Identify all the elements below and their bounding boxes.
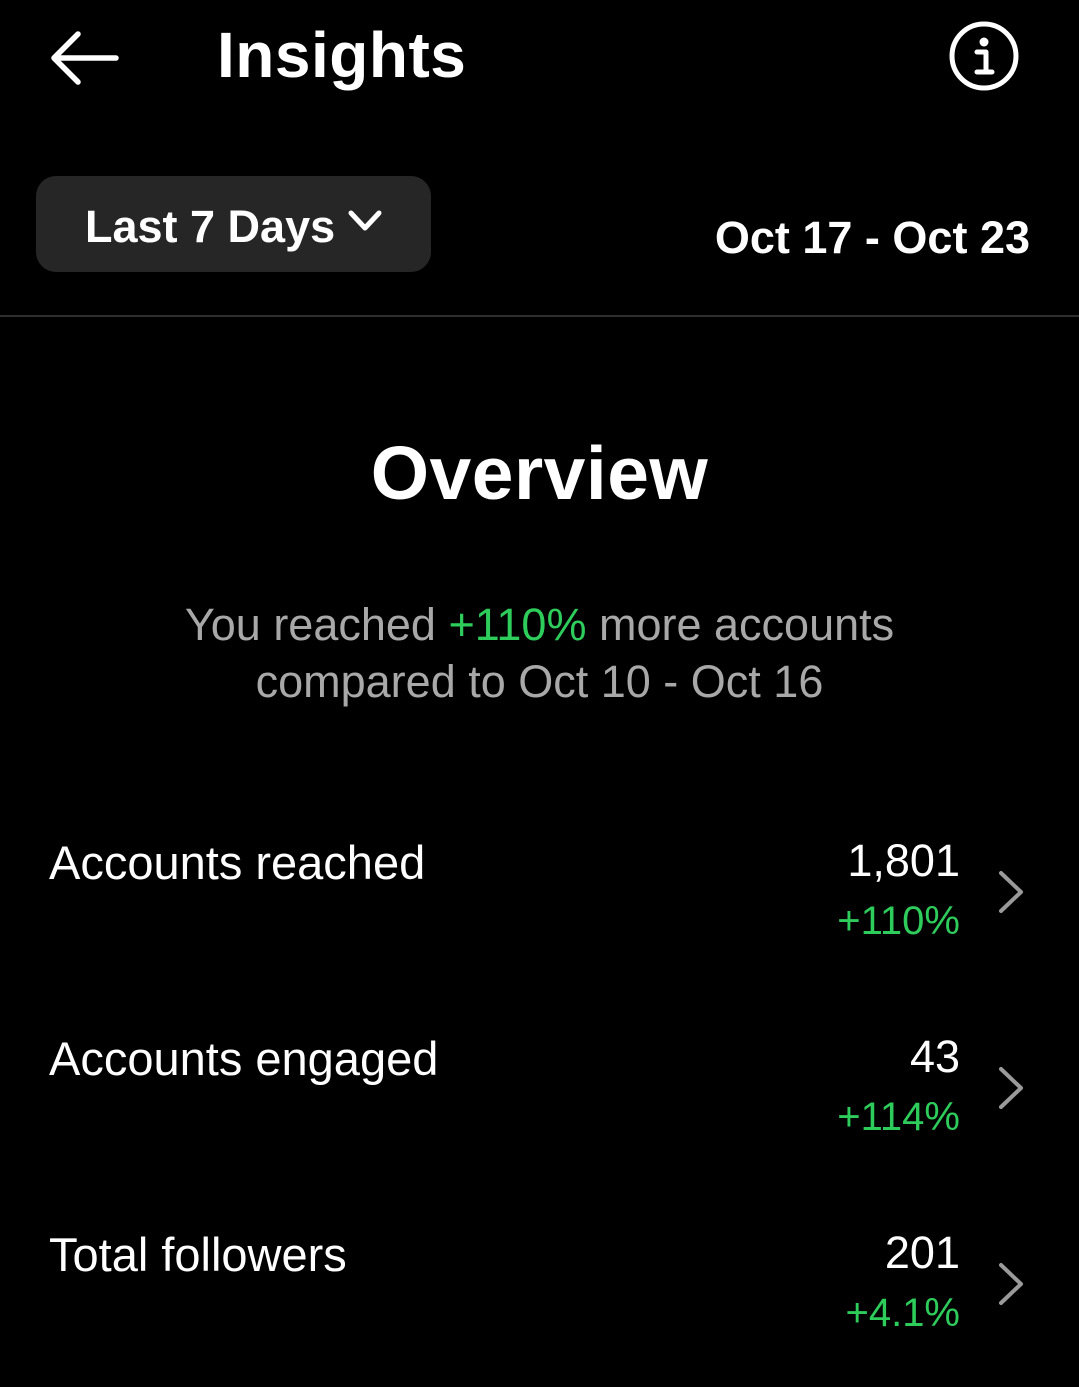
metric-label: Total followers	[49, 1228, 347, 1281]
date-range: Oct 17 - Oct 23	[714, 212, 1030, 263]
metric-value: 1,801	[847, 835, 960, 886]
top-bar: Insights	[0, 0, 1079, 115]
metric-value: 201	[884, 1227, 960, 1278]
time-period-dropdown[interactable]: Last 7 Days	[36, 176, 431, 272]
summary-line-1: You reached +110% more accounts	[0, 596, 1079, 653]
metric-value: 43	[909, 1031, 960, 1082]
metric-row-total-followers[interactable]: Total followers 201 +4.1%	[0, 1227, 1079, 1387]
metric-change: +114%	[837, 1095, 960, 1139]
metric-change: +110%	[837, 899, 960, 943]
chevron-right-icon	[999, 1263, 1023, 1305]
arrow-left-icon	[51, 31, 119, 85]
overview-title: Overview	[370, 431, 709, 515]
overview-summary: You reached +110% more accounts compared…	[0, 596, 1079, 710]
metric-label: Accounts engaged	[49, 1032, 439, 1085]
summary-line-2: compared to Oct 10 - Oct 16	[255, 656, 824, 707]
metric-row-accounts-reached[interactable]: Accounts reached 1,801 +110%	[0, 835, 1079, 995]
divider	[0, 315, 1079, 317]
summary-suffix: more accounts	[586, 599, 895, 650]
metric-label: Accounts reached	[49, 836, 426, 889]
metric-row-accounts-engaged[interactable]: Accounts engaged 43 +114%	[0, 1031, 1079, 1191]
info-button[interactable]	[948, 20, 1020, 92]
chevron-down-icon	[348, 210, 382, 231]
chevron-right-icon	[999, 1067, 1023, 1109]
summary-prefix: You reached	[184, 599, 449, 650]
back-button[interactable]	[48, 28, 120, 88]
summary-highlight: +110%	[448, 599, 587, 650]
info-circle-icon	[949, 21, 1019, 91]
time-period-label: Last 7 Days	[85, 201, 336, 252]
chevron-right-icon	[999, 871, 1023, 913]
page-title: Insights	[217, 19, 467, 91]
metric-change: +4.1%	[845, 1291, 960, 1335]
